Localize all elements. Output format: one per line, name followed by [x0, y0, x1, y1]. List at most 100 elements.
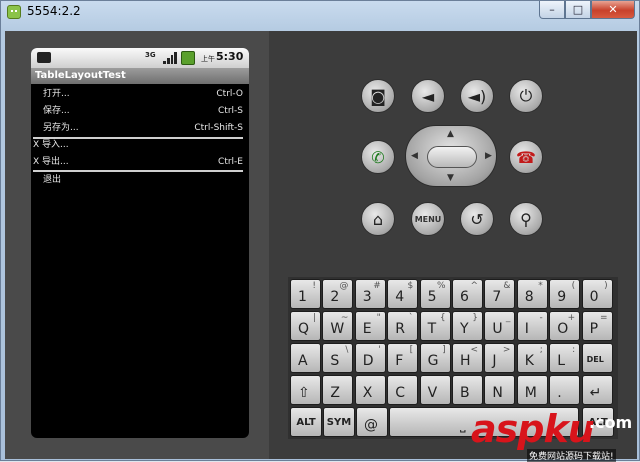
key-alt-label: +: [567, 313, 576, 323]
key-label: 8: [524, 289, 534, 305]
volume-down-button[interactable]: ◄: [411, 79, 445, 113]
menu-row-exit[interactable]: 退出: [31, 172, 249, 189]
key-alt-label: {: [439, 313, 446, 323]
key-s[interactable]: S \: [322, 343, 354, 373]
volume-up-button[interactable]: ◄): [460, 79, 494, 113]
key-v[interactable]: V: [419, 375, 451, 405]
key-.[interactable]: .: [549, 375, 581, 405]
menu-button[interactable]: MENU: [411, 202, 445, 236]
menu-row-open[interactable]: 打开... Ctrl-O: [31, 86, 249, 103]
minimize-button[interactable]: –: [539, 1, 565, 19]
key-label: U: [492, 321, 503, 337]
menu-row-save-as[interactable]: 另存为... Ctrl-Shift-S: [31, 120, 249, 137]
device-screen[interactable]: 3G 上午 5:30 TableLayoutTest 打开... Ctrl-O …: [31, 48, 249, 438]
menu-row-save[interactable]: 保存... Ctrl-S: [31, 103, 249, 120]
key-k[interactable]: K;: [516, 343, 548, 373]
key-label: L: [557, 353, 565, 369]
key-d[interactable]: D ': [354, 343, 386, 373]
sym-key[interactable]: SYM: [323, 407, 355, 437]
dpad-center-button[interactable]: [427, 146, 477, 168]
key-alt-label: (: [571, 281, 576, 291]
key-label: J: [492, 353, 497, 369]
menu-row-export[interactable]: X 导出... Ctrl-E: [31, 154, 249, 171]
key-4[interactable]: 4 $: [387, 279, 419, 309]
key-alt-label: ;: [539, 345, 543, 355]
key-9[interactable]: 9(: [549, 279, 581, 309]
camera-icon: ◙: [370, 86, 386, 106]
key-label: I: [524, 321, 529, 337]
key-r[interactable]: R `: [387, 311, 419, 341]
end-call-button[interactable]: ☎: [509, 140, 543, 174]
dpad-down-icon[interactable]: ▼: [447, 173, 454, 183]
row-shortcut: Ctrl-Shift-S: [194, 123, 243, 133]
key-o[interactable]: O +: [549, 311, 581, 341]
key-7[interactable]: 7 &: [484, 279, 516, 309]
camera-button[interactable]: ◙: [361, 79, 395, 113]
key-del[interactable]: DEL: [581, 343, 613, 373]
key-0[interactable]: 0): [581, 279, 613, 309]
key-n[interactable]: N: [484, 375, 516, 405]
key-w[interactable]: W ~: [322, 311, 354, 341]
at-key[interactable]: @: [356, 407, 388, 437]
key-label: B: [460, 385, 470, 401]
key-u[interactable]: U _: [484, 311, 516, 341]
back-button[interactable]: ↺: [460, 202, 494, 236]
key-z[interactable]: Z: [322, 375, 354, 405]
key-5[interactable]: 5%: [419, 279, 451, 309]
key-alt-label: =: [600, 313, 608, 323]
key-label: F: [395, 353, 404, 369]
key-c[interactable]: C: [387, 375, 419, 405]
key-l[interactable]: L:: [549, 343, 581, 373]
key-a[interactable]: A: [290, 343, 321, 373]
key-alt-label: ^: [470, 281, 478, 291]
key-label: O: [557, 321, 569, 337]
power-button[interactable]: ⏻: [509, 79, 543, 113]
key-label: K: [524, 353, 534, 369]
alt-key[interactable]: ALT: [290, 407, 322, 437]
app-title: TableLayoutTest: [31, 68, 249, 84]
status-bar: 3G 上午 5:30: [31, 48, 249, 68]
key-alt-label: ": [376, 313, 381, 323]
volume-down-icon: ◄: [421, 86, 435, 106]
android-icon: [7, 5, 21, 19]
key-q[interactable]: Q |: [290, 311, 321, 341]
key-↵[interactable]: ↵: [581, 375, 613, 405]
close-button[interactable]: ✕: [591, 1, 635, 19]
key-⇧[interactable]: ⇧: [290, 375, 321, 405]
key-p[interactable]: P =: [581, 311, 613, 341]
key-e[interactable]: E ": [354, 311, 386, 341]
dpad-left-icon[interactable]: ◀: [411, 151, 418, 161]
menu-row-import[interactable]: X 导入...: [31, 137, 249, 154]
home-button[interactable]: ⌂: [361, 202, 395, 236]
key-label: E: [362, 321, 372, 337]
key-3[interactable]: 3 #: [354, 279, 386, 309]
row-shortcut: Ctrl-E: [218, 157, 243, 167]
key-h[interactable]: H <: [452, 343, 483, 373]
dpad-up-icon[interactable]: ▲: [447, 129, 454, 139]
key-label: M: [524, 385, 537, 401]
key-label: D: [362, 353, 374, 369]
key-8[interactable]: 8 *: [516, 279, 548, 309]
end-call-icon: ☎: [516, 147, 536, 167]
key-i[interactable]: I-: [516, 311, 548, 341]
key-j[interactable]: J >: [484, 343, 516, 373]
call-button[interactable]: ✆: [361, 140, 395, 174]
key-g[interactable]: G]: [419, 343, 451, 373]
key-b[interactable]: B: [452, 375, 483, 405]
search-button[interactable]: ⚲: [509, 202, 543, 236]
key-y[interactable]: Y}: [452, 311, 483, 341]
key-x[interactable]: X: [354, 375, 386, 405]
key-alt-label: >: [502, 345, 511, 355]
key-label: 4: [395, 289, 405, 305]
key-1[interactable]: 1!: [290, 279, 321, 309]
row-label: 另存为...: [43, 123, 79, 133]
key-t[interactable]: T{: [419, 311, 451, 341]
dpad-right-icon[interactable]: ▶: [485, 151, 492, 161]
key-alt-label: _: [505, 313, 511, 323]
maximize-button[interactable]: □: [565, 1, 591, 19]
key-m[interactable]: M: [516, 375, 548, 405]
key-6[interactable]: 6 ^: [452, 279, 483, 309]
key-alt-label: *: [538, 281, 543, 291]
key-2[interactable]: 2 @: [322, 279, 354, 309]
key-f[interactable]: F[: [387, 343, 419, 373]
